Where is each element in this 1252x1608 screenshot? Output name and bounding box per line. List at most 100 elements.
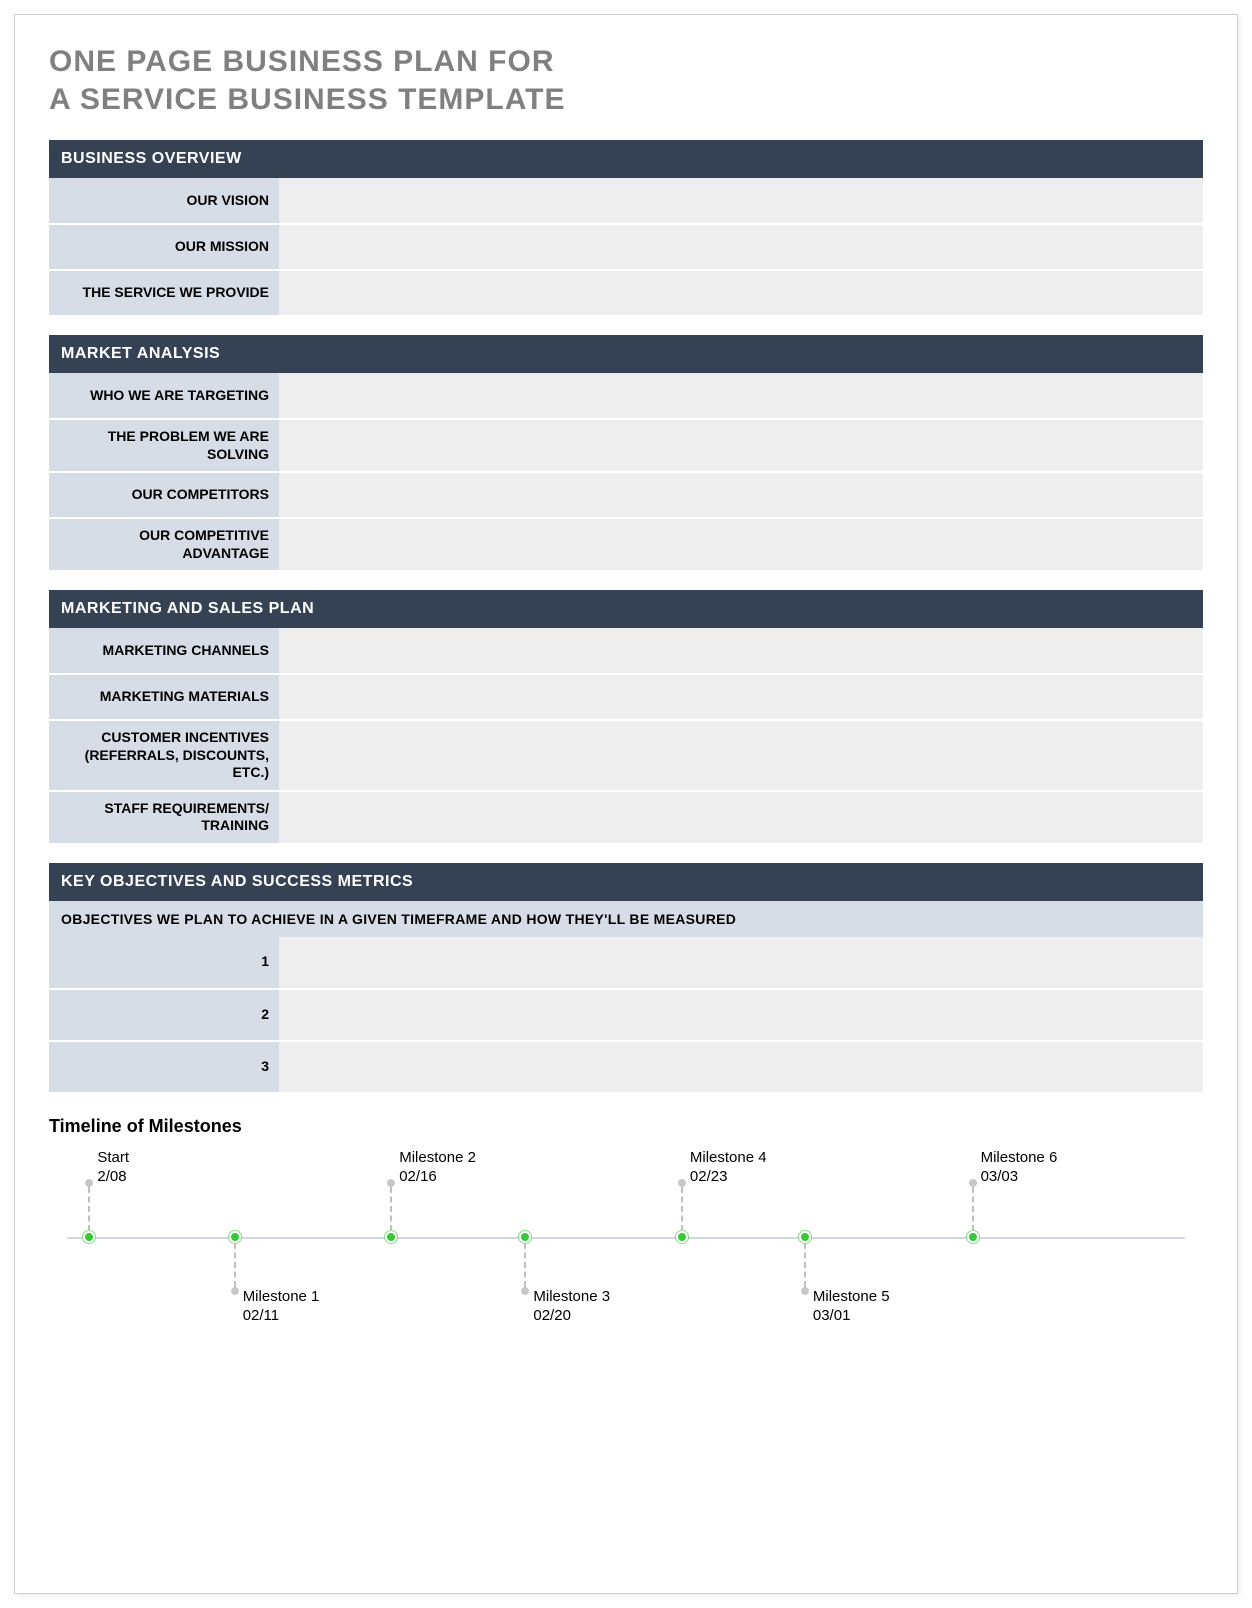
milestone-date: 2/08 bbox=[97, 1167, 129, 1187]
row-value[interactable] bbox=[279, 270, 1203, 316]
milestone-dot-icon bbox=[799, 1231, 811, 1243]
table-row: CUSTOMER INCENTIVES (REFERRALS, DISCOUNT… bbox=[49, 720, 1203, 791]
title-line-1: ONE PAGE BUSINESS PLAN FOR bbox=[49, 45, 555, 78]
row-label: OUR VISION bbox=[49, 178, 279, 224]
connector-line bbox=[524, 1243, 526, 1287]
connector-end-dot-icon bbox=[85, 1179, 93, 1187]
milestone-date: 03/01 bbox=[813, 1306, 890, 1326]
table-row: 3 bbox=[49, 1041, 1203, 1093]
row-value[interactable] bbox=[279, 472, 1203, 518]
timeline-point: Milestone 402/23 bbox=[676, 1231, 688, 1243]
section-header: BUSINESS OVERVIEW bbox=[49, 140, 1203, 178]
table-row: 2 bbox=[49, 989, 1203, 1041]
business-overview-section: BUSINESS OVERVIEW OUR VISION OUR MISSION… bbox=[49, 140, 1203, 317]
row-label: THE SERVICE WE PROVIDE bbox=[49, 270, 279, 316]
milestone-date: 03/03 bbox=[981, 1167, 1058, 1187]
milestone-label: Milestone 603/03 bbox=[981, 1148, 1058, 1187]
milestone-name: Milestone 1 bbox=[243, 1288, 320, 1305]
title-line-2: A SERVICE BUSINESS TEMPLATE bbox=[49, 83, 566, 116]
connector-end-dot-icon bbox=[387, 1179, 395, 1187]
row-value[interactable] bbox=[279, 791, 1203, 844]
milestone-label: Milestone 402/23 bbox=[690, 1148, 767, 1187]
row-label: WHO WE ARE TARGETING bbox=[49, 373, 279, 419]
connector-line bbox=[390, 1187, 392, 1231]
row-label: 3 bbox=[49, 1041, 279, 1093]
table-row: 1 bbox=[49, 937, 1203, 989]
row-label: 1 bbox=[49, 937, 279, 989]
row-label: MARKETING CHANNELS bbox=[49, 628, 279, 674]
connector-line bbox=[681, 1187, 683, 1231]
section-subheader: OBJECTIVES WE PLAN TO ACHIEVE IN A GIVEN… bbox=[49, 901, 1203, 937]
timeline-point: Milestone 603/03 bbox=[967, 1231, 979, 1243]
milestone-dot-icon bbox=[967, 1231, 979, 1243]
timeline-point: Start2/08 bbox=[83, 1231, 95, 1243]
row-label: 2 bbox=[49, 989, 279, 1041]
milestone-dot-icon bbox=[229, 1231, 241, 1243]
row-label: MARKETING MATERIALS bbox=[49, 674, 279, 720]
row-label: OUR COMPETITORS bbox=[49, 472, 279, 518]
table-row: MARKETING CHANNELS bbox=[49, 628, 1203, 674]
row-value[interactable] bbox=[279, 373, 1203, 419]
connector-line bbox=[234, 1243, 236, 1287]
table-row: OUR COMPETITORS bbox=[49, 472, 1203, 518]
document-page: ONE PAGE BUSINESS PLAN FOR A SERVICE BUS… bbox=[14, 14, 1238, 1594]
milestone-date: 02/11 bbox=[243, 1306, 320, 1326]
marketing-sales-section: MARKETING AND SALES PLAN MARKETING CHANN… bbox=[49, 590, 1203, 845]
milestone-label: Start2/08 bbox=[97, 1148, 129, 1187]
connector-end-dot-icon bbox=[969, 1179, 977, 1187]
table-row: MARKETING MATERIALS bbox=[49, 674, 1203, 720]
row-value[interactable] bbox=[279, 674, 1203, 720]
milestone-label: Milestone 503/01 bbox=[813, 1287, 890, 1326]
table-row: OUR COMPETITIVE ADVANTAGE bbox=[49, 518, 1203, 571]
milestone-label: Milestone 202/16 bbox=[399, 1148, 476, 1187]
row-value[interactable] bbox=[279, 989, 1203, 1041]
row-value[interactable] bbox=[279, 720, 1203, 791]
milestone-label: Milestone 102/11 bbox=[243, 1287, 320, 1326]
row-label: OUR COMPETITIVE ADVANTAGE bbox=[49, 518, 279, 571]
row-value[interactable] bbox=[279, 178, 1203, 224]
milestone-dot-icon bbox=[385, 1231, 397, 1243]
milestone-name: Milestone 5 bbox=[813, 1288, 890, 1305]
milestone-name: Milestone 6 bbox=[981, 1149, 1058, 1166]
table-row: OUR MISSION bbox=[49, 224, 1203, 270]
row-label: THE PROBLEM WE ARE SOLVING bbox=[49, 419, 279, 472]
timeline: Start2/08Milestone 102/11Milestone 202/1… bbox=[49, 1147, 1203, 1337]
milestone-date: 02/16 bbox=[399, 1167, 476, 1187]
connector-end-dot-icon bbox=[521, 1287, 529, 1295]
timeline-point: Milestone 503/01 bbox=[799, 1231, 811, 1243]
page-title: ONE PAGE BUSINESS PLAN FOR A SERVICE BUS… bbox=[49, 43, 1203, 118]
row-value[interactable] bbox=[279, 224, 1203, 270]
milestone-name: Milestone 2 bbox=[399, 1149, 476, 1166]
table-row: OUR VISION bbox=[49, 178, 1203, 224]
market-analysis-section: MARKET ANALYSIS WHO WE ARE TARGETING THE… bbox=[49, 335, 1203, 572]
milestone-date: 02/23 bbox=[690, 1167, 767, 1187]
table-row: WHO WE ARE TARGETING bbox=[49, 373, 1203, 419]
section-header: MARKETING AND SALES PLAN bbox=[49, 590, 1203, 628]
row-value[interactable] bbox=[279, 937, 1203, 989]
connector-end-dot-icon bbox=[231, 1287, 239, 1295]
connector-end-dot-icon bbox=[801, 1287, 809, 1295]
milestone-date: 02/20 bbox=[533, 1306, 610, 1326]
timeline-point: Milestone 102/11 bbox=[229, 1231, 241, 1243]
row-value[interactable] bbox=[279, 628, 1203, 674]
section-header: KEY OBJECTIVES AND SUCCESS METRICS bbox=[49, 863, 1203, 901]
connector-line bbox=[88, 1187, 90, 1231]
row-value[interactable] bbox=[279, 1041, 1203, 1093]
row-label: CUSTOMER INCENTIVES (REFERRALS, DISCOUNT… bbox=[49, 720, 279, 791]
connector-end-dot-icon bbox=[678, 1179, 686, 1187]
row-value[interactable] bbox=[279, 518, 1203, 571]
key-objectives-section: KEY OBJECTIVES AND SUCCESS METRICS OBJEC… bbox=[49, 863, 1203, 1094]
row-label: OUR MISSION bbox=[49, 224, 279, 270]
milestone-dot-icon bbox=[519, 1231, 531, 1243]
milestone-dot-icon bbox=[83, 1231, 95, 1243]
table-row: THE PROBLEM WE ARE SOLVING bbox=[49, 419, 1203, 472]
section-header: MARKET ANALYSIS bbox=[49, 335, 1203, 373]
milestone-dot-icon bbox=[676, 1231, 688, 1243]
connector-line bbox=[804, 1243, 806, 1287]
timeline-title: Timeline of Milestones bbox=[49, 1116, 1203, 1137]
timeline-point: Milestone 302/20 bbox=[519, 1231, 531, 1243]
row-value[interactable] bbox=[279, 419, 1203, 472]
milestone-name: Milestone 3 bbox=[533, 1288, 610, 1305]
row-label: STAFF REQUIREMENTS/ TRAINING bbox=[49, 791, 279, 844]
milestone-name: Start bbox=[97, 1149, 129, 1166]
